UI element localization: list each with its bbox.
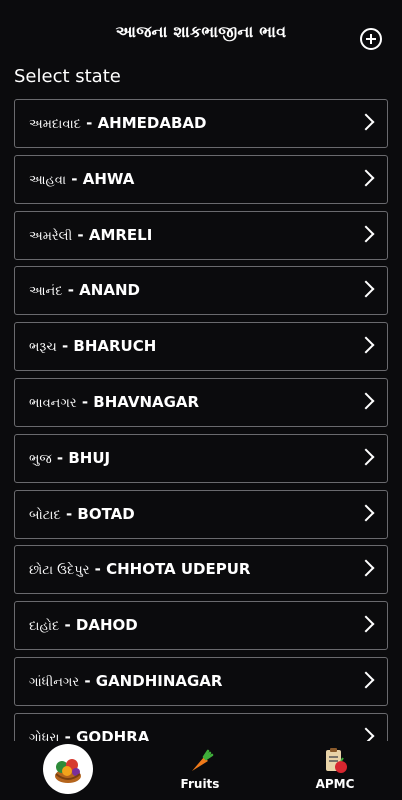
district-row[interactable]: ભરૂચ - BHARUCH: [14, 322, 388, 372]
district-label: અમદાવાદ - AHMEDABAD: [29, 100, 206, 147]
district-label: દાહોદ - DAHOD: [29, 602, 138, 649]
separator: -: [72, 225, 89, 244]
carrot-icon: [192, 749, 214, 771]
nav-fruits[interactable]: Fruits: [170, 741, 230, 800]
district-name-english: AMRELI: [88, 225, 153, 244]
chevron-right-icon: [357, 504, 375, 522]
district-name-english: BHARUCH: [73, 337, 157, 356]
district-label: બોટાદ - BOTAD: [29, 491, 135, 538]
district-name-gujarati: અમદાવાદ: [29, 117, 81, 132]
district-name-gujarati: અમરેલી: [29, 228, 73, 244]
district-row[interactable]: ભુજ - BHUJ: [14, 433, 388, 483]
district-name-gujarati: આનંદ: [29, 284, 63, 300]
app-header: આજના શાકભાજીના ભાવ: [0, 0, 402, 62]
district-row[interactable]: દાહોદ - DAHOD: [14, 601, 388, 651]
chevron-right-icon: [357, 392, 375, 410]
district-label: છોટા ઉદેપુર - CHHOTA UDEPUR: [29, 546, 250, 593]
separator: -: [60, 504, 78, 523]
district-name-gujarati: ભરૂચ: [29, 340, 57, 356]
district-name-english: GODHRA: [76, 727, 150, 741]
chevron-right-icon: [357, 280, 375, 298]
district-name-english: CHHOTA UDEPUR: [106, 560, 251, 579]
district-row[interactable]: છોટા ઉદેપુર - CHHOTA UDEPUR: [14, 545, 388, 595]
district-name-english: AHMEDABAD: [97, 114, 207, 132]
district-name-english: ANAND: [79, 281, 140, 300]
district-label: ભુજ - BHUJ: [29, 435, 110, 482]
chevron-right-icon: [357, 225, 375, 243]
separator: -: [51, 448, 69, 467]
district-label: આનંદ - ANAND: [29, 267, 140, 314]
chevron-right-icon: [357, 113, 375, 131]
add-icon[interactable]: [360, 28, 382, 50]
chevron-right-icon: [357, 615, 375, 633]
separator: -: [59, 616, 76, 635]
district-row[interactable]: ગાંધીનગર - GANDHINAGAR: [14, 657, 388, 706]
nav-apmc[interactable]: APMC: [305, 741, 365, 800]
district-name-gujarati: બોટાદ: [29, 507, 61, 523]
district-name-english: GANDHINAGAR: [95, 672, 223, 690]
chevron-right-icon: [357, 448, 375, 466]
district-label: અમરેલી - AMRELI: [29, 212, 152, 259]
chevron-right-icon: [357, 169, 375, 187]
chevron-right-icon: [357, 336, 375, 354]
separator: -: [76, 393, 94, 411]
separator: -: [89, 560, 107, 579]
district-name-gujarati: ભુજ: [29, 451, 52, 467]
district-name-english: BHAVNAGAR: [93, 393, 200, 411]
chevron-right-icon: [357, 727, 375, 741]
separator: -: [66, 169, 83, 188]
district-row[interactable]: આનંદ - ANAND: [14, 266, 388, 316]
district-name-gujarati: છોટા ઉદેપુર: [29, 563, 90, 579]
clipboard-fruit-icon: [326, 748, 347, 773]
district-label: ગાંધીનગર - GANDHINAGAR: [29, 658, 222, 705]
district-name-gujarati: આહવા: [29, 172, 67, 188]
nav-home[interactable]: [43, 744, 93, 794]
district-row[interactable]: અમદાવાદ - AHMEDABAD: [14, 99, 388, 148]
page-title: આજના શાકભાજીના ભાવ: [115, 22, 287, 41]
district-name-gujarati: ભાવનગર: [29, 396, 77, 411]
district-name-english: AHWA: [82, 169, 135, 188]
district-name-english: BOTAD: [77, 504, 135, 523]
separator: -: [62, 281, 80, 300]
chevron-right-icon: [357, 559, 375, 577]
bottom-nav: Fruits APMC: [0, 741, 402, 800]
district-row[interactable]: અમરેલી - AMRELI: [14, 210, 388, 260]
district-name-gujarati: ગોધરા: [29, 730, 60, 741]
district-label: ભાવનગર - BHAVNAGAR: [29, 379, 199, 426]
section-label: Select state: [14, 66, 121, 87]
separator: -: [56, 337, 74, 356]
nav-fruits-label: Fruits: [180, 777, 220, 791]
district-name-gujarati: ગાંધીનગર: [29, 675, 80, 690]
district-name-english: BHUJ: [68, 448, 111, 467]
chevron-right-icon: [357, 671, 375, 689]
nav-apmc-label: APMC: [315, 777, 355, 791]
district-row[interactable]: આહવા - AHWA: [14, 154, 388, 204]
district-label: ભરૂચ - BHARUCH: [29, 323, 156, 370]
district-row[interactable]: બોટાદ - BOTAD: [14, 489, 388, 539]
district-list: અમદાવાદ - AHMEDABAD આહવા - AHWA અમરેલી - A…: [0, 99, 402, 741]
district-label: આહવા - AHWA: [29, 156, 134, 203]
separator: -: [79, 672, 96, 690]
district-row[interactable]: ભાવનગર - BHAVNAGAR: [14, 378, 388, 427]
separator: -: [59, 727, 77, 741]
vegetable-basket-icon: [55, 759, 81, 783]
district-name-gujarati: દાહોદ: [29, 619, 60, 635]
separator: -: [80, 114, 98, 132]
district-row[interactable]: ગોધરા - GODHRA: [14, 712, 388, 741]
district-name-english: DAHOD: [75, 616, 138, 635]
district-label: ગોધરા - GODHRA: [29, 714, 149, 741]
